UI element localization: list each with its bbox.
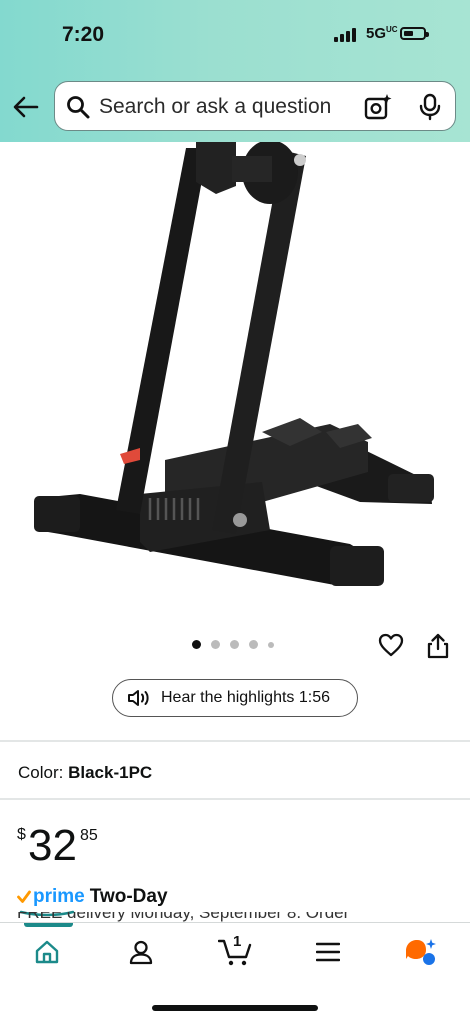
search-placeholder: Search or ask a question [99, 95, 332, 118]
stand-top-holder [196, 142, 236, 194]
stand-knob [233, 513, 247, 527]
heart-icon[interactable] [377, 632, 405, 658]
prime-check-icon [17, 890, 31, 903]
battery-level [404, 31, 413, 36]
section-divider [0, 798, 470, 800]
stand-left-foot [34, 496, 80, 532]
cart-count-badge: 1 [233, 933, 242, 950]
carousel-dot[interactable] [211, 640, 220, 649]
carousel-dot[interactable] [230, 640, 239, 649]
network-superscript: UC [386, 25, 398, 34]
color-value: Black-1PC [68, 763, 153, 782]
color-label: Color: [18, 763, 64, 782]
delivery-text-content: FREE delivery Monday, September 8. Order [17, 912, 350, 922]
battery-icon [400, 27, 429, 40]
home-indicator [152, 1005, 318, 1011]
image-carousel-dots[interactable] [192, 640, 274, 649]
share-icon[interactable] [426, 632, 450, 660]
search-icon [67, 96, 90, 119]
network-label: 5G [366, 25, 387, 42]
price-whole: 32 [28, 821, 77, 870]
network-type: 5GUC [366, 25, 398, 42]
hear-highlights-button[interactable]: Hear the highlights 1:56 [112, 679, 358, 717]
stand-right-foot [330, 546, 384, 586]
stand-spring [148, 498, 200, 520]
prime-label: prime [33, 886, 85, 907]
menu-icon[interactable] [316, 942, 340, 962]
search-input[interactable]: Search or ask a question [54, 81, 456, 131]
stand-rear-foot [388, 474, 434, 502]
product-image[interactable] [0, 142, 470, 612]
status-time: 7:20 [62, 23, 105, 46]
carousel-dot[interactable] [268, 641, 274, 648]
rufus-assistant-icon[interactable] [404, 937, 438, 967]
delivery-text: FREE delivery Monday, September 8. Order [17, 912, 349, 922]
highlights-label: Hear the highlights 1:56 [161, 689, 330, 706]
price-fraction: 85 [80, 827, 98, 844]
top-header: 7:20 5GUC Search or ask a question [0, 0, 470, 142]
home-icon[interactable] [34, 939, 60, 965]
prime-shipping: prime Two-Day [17, 886, 168, 916]
cellular-signal-icon [334, 28, 356, 42]
account-icon[interactable] [128, 939, 154, 965]
carousel-dot[interactable] [192, 640, 201, 649]
microphone-icon[interactable] [418, 93, 442, 121]
section-divider [0, 740, 470, 742]
color-selector[interactable]: Color: Black-1PC [18, 763, 152, 783]
price-symbol: $ [17, 826, 26, 843]
speaker-icon [128, 690, 149, 706]
back-arrow-icon[interactable] [10, 91, 42, 123]
active-tab-indicator [24, 923, 73, 927]
camera-search-icon[interactable] [363, 92, 393, 122]
shipping-speed: Two-Day [89, 886, 168, 907]
carousel-dot[interactable] [249, 640, 258, 649]
